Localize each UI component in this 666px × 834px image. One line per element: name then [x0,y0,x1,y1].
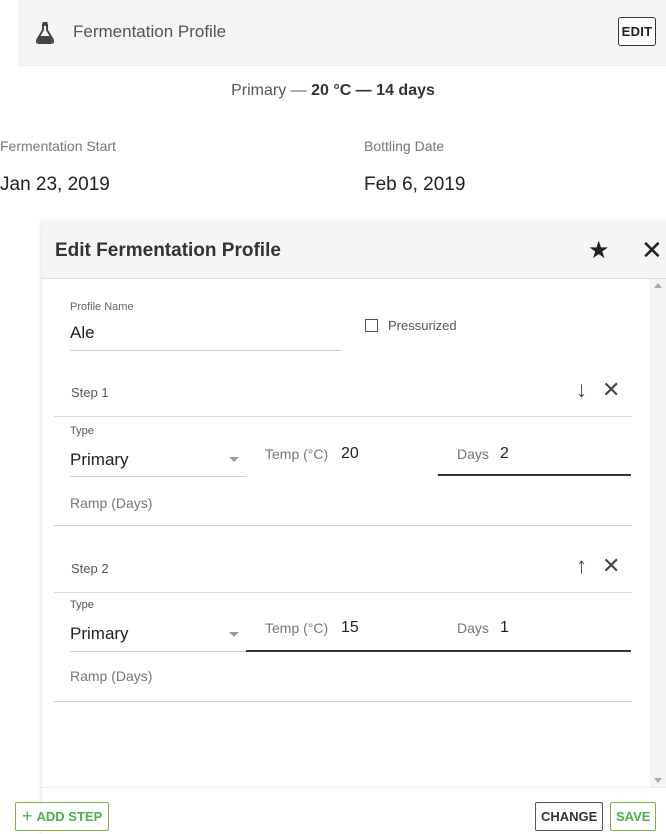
days-focus-underline [438,474,631,476]
type-select[interactable]: Primary [70,624,129,644]
add-step-button[interactable]: + ADD STEP [15,802,110,831]
save-button[interactable]: SAVE [610,802,657,831]
close-icon[interactable]: ✕ [641,235,663,266]
summary-detail: 20 °C — 14 days [311,82,435,99]
ramp-underline [54,525,632,526]
days-label: Days [457,446,489,462]
temp-label: Temp (°C) [265,620,329,636]
type-select[interactable]: Primary [70,450,129,470]
profile-name-underline [70,350,342,351]
edit-button[interactable]: EDIT [618,17,656,46]
profile-name-label: Profile Name [70,301,134,313]
remove-step-icon[interactable]: ✕ [602,553,620,579]
card-title: Fermentation Profile [73,22,227,41]
fermentation-start-label: Fermentation Start [0,138,116,154]
bottling-date-label: Bottling Date [364,138,445,154]
bottling-date-value: Feb 6, 2019 [364,174,466,195]
chevron-down-icon[interactable] [229,632,239,637]
dialog-title: Edit Fermentation Profile [55,240,281,261]
chevron-down-icon[interactable] [229,457,239,462]
type-label: Type [70,599,94,611]
days-label: Days [457,620,489,636]
fermentation-start-value: Jan 23, 2019 [0,174,110,195]
remove-step-icon[interactable]: ✕ [602,377,620,403]
scroll-up-icon[interactable] [654,283,662,288]
pressurized-checkbox[interactable] [365,319,378,332]
arrow-up-icon[interactable]: ↑ [576,553,587,579]
profile-summary: Primary — 20 °C — 14 days [0,82,666,100]
type-label: Type [70,425,94,437]
temp-label: Temp (°C) [265,446,329,462]
temp-input[interactable]: 20 [341,445,359,463]
dialog-header: Edit Fermentation Profile ★ ✕ [42,221,666,279]
flask-icon [36,22,54,44]
type-underline [70,651,246,652]
dialog-body: Profile Name Ale Pressurized Step 1 ↓ ✕ … [42,279,666,787]
days-input[interactable]: 2 [500,445,509,463]
ramp-underline [54,701,632,702]
pressurized-label: Pressurized [388,318,457,333]
change-button[interactable]: CHANGE [535,802,604,831]
step-header: Step 2 ↑ ✕ [54,543,632,593]
scroll-down-icon[interactable] [654,778,662,783]
ramp-days-input[interactable]: Ramp (Days) [70,668,152,684]
summary-prefix: Primary — [231,82,312,99]
type-underline [70,476,246,477]
step-title: Step 2 [71,561,109,576]
temp-input[interactable]: 15 [341,619,359,637]
scrollbar[interactable] [650,279,666,787]
profile-name-input[interactable]: Ale [70,323,95,343]
dialog-footer: + ADD STEP CHANGE SAVE [15,787,666,834]
add-step-label: ADD STEP [36,809,103,824]
ramp-days-input[interactable]: Ramp (Days) [70,495,152,511]
step-title: Step 1 [71,385,109,400]
star-icon[interactable]: ★ [588,236,610,265]
edit-profile-dialog: Edit Fermentation Profile ★ ✕ Profile Na… [15,221,666,834]
temp-focus-underline [246,650,631,652]
step-header: Step 1 ↓ ✕ [54,367,632,417]
plus-icon: + [22,806,33,826]
days-input[interactable]: 1 [500,619,509,637]
arrow-down-icon[interactable]: ↓ [576,377,587,403]
card-header: Fermentation Profile EDIT [18,0,666,66]
